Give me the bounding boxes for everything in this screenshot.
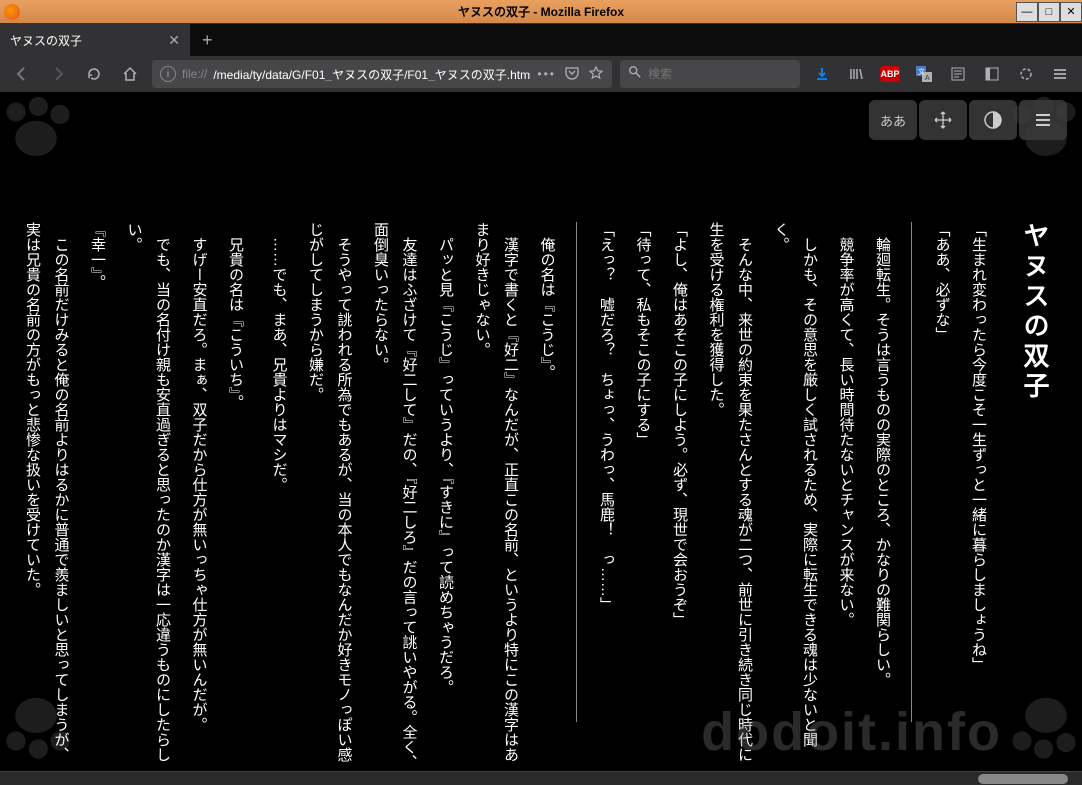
story-line: 兄貴の名は『こういち』。 xyxy=(221,222,250,770)
pocket-icon[interactable] xyxy=(564,65,580,84)
nav-toolbar: i file:// ••• ABP 文A xyxy=(0,56,1082,92)
story-title: ヤヌスの双子 xyxy=(1017,222,1054,402)
story-line: 『幸一』。 xyxy=(83,222,112,770)
scrollbar-thumb[interactable] xyxy=(978,774,1068,784)
story-line: でも、当の名付け親も安直過ぎると思ったのか漢字は一応違うものにしたらしい。 xyxy=(119,222,176,770)
story-line: 漢字で書くと『好二』なんだが、正直この名前、というより特にこの漢字はあまり好きじ… xyxy=(467,222,524,770)
reader-view-icon[interactable] xyxy=(944,60,972,88)
browser-tab[interactable]: ヤヌスの双子 ✕ xyxy=(0,24,190,56)
tab-title: ヤヌスの双子 xyxy=(10,32,82,49)
story-line: ……でも、まあ、兄貴よりはマシだ。 xyxy=(264,222,293,770)
forward-button[interactable] xyxy=(44,60,72,88)
new-tab-button[interactable]: + xyxy=(190,30,225,51)
story-line: 「生まれ変わったら今度こそ一生ずっと一緒に暮らしましょうね」 xyxy=(964,222,993,770)
reload-button[interactable] xyxy=(80,60,108,88)
horizontal-scrollbar[interactable] xyxy=(0,771,1082,785)
story-line: 「ああ、必ずな」 xyxy=(927,222,956,770)
reader-controls: ああ xyxy=(869,100,1067,140)
paw-decoration-icon xyxy=(1002,685,1082,765)
bookmark-star-icon[interactable] xyxy=(588,65,604,84)
story-body: 「生まれ変わったら今度こそ一生ずっと一緒に暮らしましょうね」 「ああ、必ずな」 … xyxy=(10,222,992,770)
minimize-button[interactable]: — xyxy=(1016,2,1038,22)
maximize-button[interactable]: □ xyxy=(1038,2,1060,22)
url-scheme: file:// xyxy=(182,67,207,81)
library-icon[interactable] xyxy=(842,60,870,88)
story-line: 競争率が高くて、長い時間待たないとチャンスが来ない。 xyxy=(831,222,860,770)
window-titlebar: ヤヌスの双子 - Mozilla Firefox — □ ✕ xyxy=(0,0,1082,24)
search-icon xyxy=(628,65,642,84)
firefox-icon xyxy=(4,4,20,20)
story-line: 「えっ？ 嘘だろ？ ちょっ、うわっ、馬鹿！ っ……」 xyxy=(592,222,621,770)
paw-decoration-icon xyxy=(0,92,80,172)
tab-strip: ヤヌスの双子 ✕ + xyxy=(0,24,1082,56)
story-line: 「よし、俺はあそこの子にしよう。必ず、現世で会おうぞ」 xyxy=(665,222,694,770)
move-button[interactable] xyxy=(919,100,967,140)
close-window-button[interactable]: ✕ xyxy=(1060,2,1082,22)
url-bar[interactable]: i file:// ••• xyxy=(152,60,612,88)
story-line: 輪廻転生。そうは言うものの実際のところ、かなりの難関らしい。 xyxy=(868,222,897,770)
search-input[interactable] xyxy=(648,67,803,81)
sidebar-icon[interactable] xyxy=(978,60,1006,88)
story-line: この名前だけみると俺の名前よりはるかに普通で羨ましいと思ってしまうが、実は兄貴の… xyxy=(18,222,75,770)
home-button[interactable] xyxy=(116,60,144,88)
reader-menu-button[interactable] xyxy=(1019,100,1067,140)
downloads-icon[interactable] xyxy=(808,60,836,88)
story-line: すげー安直だろ。まぁ、双子だから仕方が無いっちゃ仕方が無いんだが。 xyxy=(184,222,213,770)
menu-icon[interactable] xyxy=(1046,60,1074,88)
contrast-button[interactable] xyxy=(969,100,1017,140)
url-input[interactable] xyxy=(213,67,531,81)
story-line: そうやって誂われる所為でもあるが、当の本人でもなんだか好きモノっぽい感じがしてし… xyxy=(301,222,358,770)
svg-text:A: A xyxy=(925,75,930,82)
window-title: ヤヌスの双子 - Mozilla Firefox xyxy=(458,3,624,20)
page-content: ああ ヤヌスの双子 「生まれ変わったら今度こそ一生ずっと一緒に暮らしましょうね」… xyxy=(0,92,1082,785)
watermark: dodoit.info xyxy=(701,701,1002,763)
font-settings-button[interactable]: ああ xyxy=(869,100,917,140)
story-line: 友達はふざけて『好二して』だの、『好二しろ』だの言って誂いやがる。全く、面倒臭い… xyxy=(366,222,423,770)
story-line: 「待って、私もそこの子にする」 xyxy=(628,222,657,770)
abp-icon[interactable]: ABP xyxy=(876,60,904,88)
svg-text:文: 文 xyxy=(918,67,925,76)
back-button[interactable] xyxy=(8,60,36,88)
story-line: そんな中、来世の約束を果たさんとする魂が二つ、前世に引き続き同じ時代に生を受ける… xyxy=(701,222,758,770)
more-dots-icon[interactable]: ••• xyxy=(537,67,556,81)
site-info-icon[interactable]: i xyxy=(160,66,176,82)
story-line: しかも、その意思を厳しく試されるため、実際に転生できる魂は少ないと聞く。 xyxy=(766,222,823,770)
story-line: パッと見『こうじ』っていうより、『すきに』って読めちゃうだろ。 xyxy=(431,222,460,770)
translate-icon[interactable]: 文A xyxy=(910,60,938,88)
story-line: 俺の名は『こうじ』。 xyxy=(532,222,561,770)
extension-icon[interactable] xyxy=(1012,60,1040,88)
search-bar[interactable] xyxy=(620,60,800,88)
close-tab-icon[interactable]: ✕ xyxy=(168,32,180,49)
